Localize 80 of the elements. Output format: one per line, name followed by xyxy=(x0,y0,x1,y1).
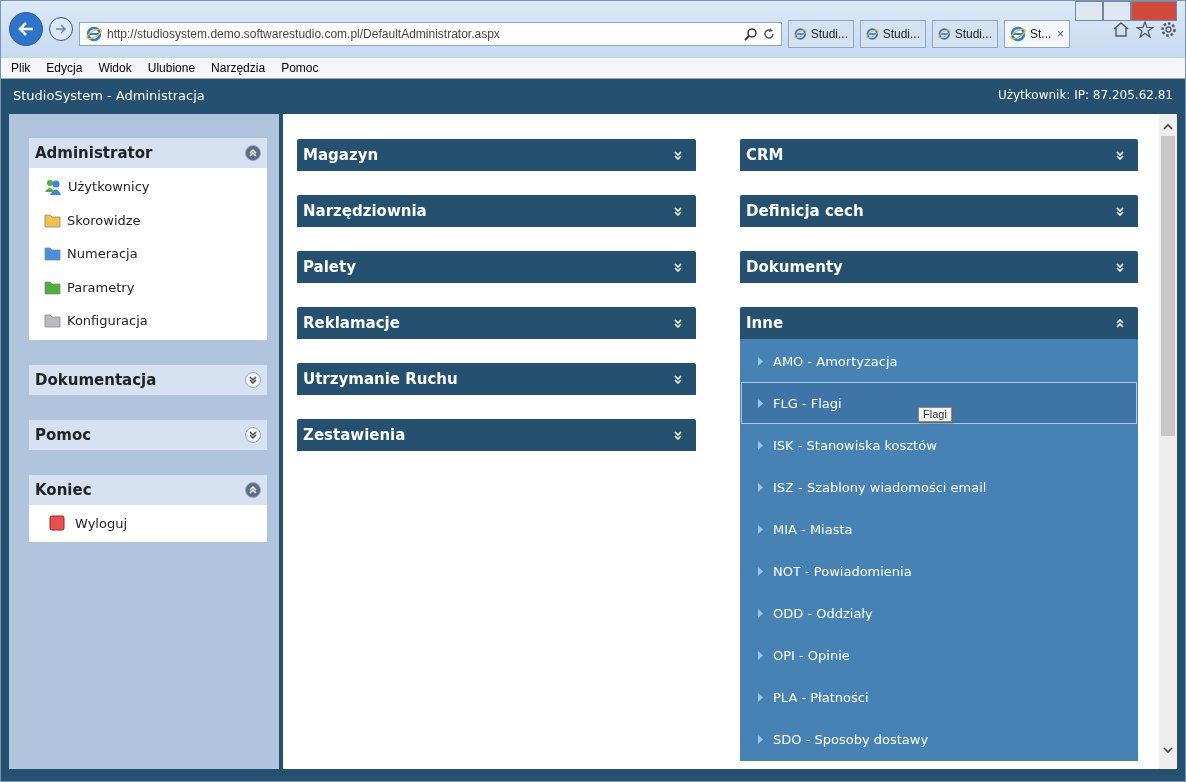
panel-header[interactable]: Inne xyxy=(740,307,1138,339)
panel-header[interactable]: Utrzymanie Ruchu xyxy=(297,363,696,395)
sidebar-section-header[interactable]: Koniec xyxy=(29,474,267,505)
triangle-icon xyxy=(758,608,763,618)
panel-header[interactable]: Zestawienia xyxy=(297,419,696,451)
panel-item[interactable]: ISK - Stanowiska kosztów xyxy=(741,424,1137,466)
address-field[interactable]: http://studiosystem.demo.softwarestudio.com.pl/DefaultAdministrator.aspx xyxy=(79,22,782,46)
tooltip: Flagi xyxy=(918,407,952,422)
logout-icon xyxy=(49,515,65,532)
browser-tab[interactable]: Studi... xyxy=(788,20,854,48)
globe-e-icon xyxy=(938,26,951,42)
globe-e-icon xyxy=(1010,26,1026,42)
sidebar-item[interactable]: Skorowidze xyxy=(29,203,267,237)
panel-item[interactable]: ISZ - Szablony wiadomości email xyxy=(741,466,1137,508)
arrow-left-icon xyxy=(18,22,34,36)
menu-item[interactable]: Plik xyxy=(11,61,31,75)
settings-icon[interactable] xyxy=(1160,20,1177,38)
triangle-icon xyxy=(758,650,763,660)
panel-item[interactable]: MIA - Miasta xyxy=(741,508,1137,550)
panel-item[interactable]: SDO - Sposoby dostawy xyxy=(741,718,1137,760)
menu-item[interactable]: Ulubione xyxy=(147,61,196,75)
back-button[interactable] xyxy=(9,12,43,46)
panel-item[interactable]: FLG - Flagi Flagi xyxy=(741,382,1137,424)
sidebar-item[interactable]: Konfiguracja xyxy=(29,304,267,338)
browser-tab[interactable]: Studi... xyxy=(860,20,926,48)
expand-icon[interactable] xyxy=(245,371,261,388)
sidebar-item[interactable]: Użytkownicy xyxy=(29,170,267,204)
triangle-icon xyxy=(758,566,763,576)
panel-header[interactable]: Narzędziownia xyxy=(297,195,696,227)
collapse-icon[interactable] xyxy=(245,145,261,161)
minimize-button[interactable] xyxy=(1075,1,1103,21)
panel-header[interactable]: Definicja cech xyxy=(740,195,1138,227)
maximize-button[interactable] xyxy=(1103,1,1131,21)
refresh-icon[interactable] xyxy=(763,28,775,40)
panel-header[interactable]: Magazyn xyxy=(297,139,696,171)
panel-item[interactable]: NOT - Powiadomienia xyxy=(741,550,1137,592)
triangle-icon xyxy=(758,524,763,534)
sidebar-item[interactable]: Numeracja xyxy=(29,237,267,271)
expand-icon[interactable] xyxy=(245,426,261,443)
forward-button[interactable] xyxy=(49,17,73,41)
panel-item[interactable]: OPI - Opinie xyxy=(741,634,1137,676)
user-info: Użytkownik: IP: 87.205.62.81 xyxy=(997,88,1173,102)
close-tab-button[interactable]: × xyxy=(1057,27,1064,41)
arrow-right-icon xyxy=(55,24,67,34)
menu-item[interactable]: Narzędzia xyxy=(211,61,266,75)
app-title: StudioSystem - Administracja xyxy=(13,87,205,103)
menu-item[interactable]: Edycja xyxy=(46,61,83,75)
panel-header[interactable]: Reklamacje xyxy=(297,307,696,339)
menu-item[interactable]: Widok xyxy=(98,61,132,75)
globe-e-icon xyxy=(866,26,879,42)
triangle-icon xyxy=(758,398,763,408)
sidebar-section-header[interactable]: Administrator xyxy=(29,138,267,168)
sidebar-item[interactable]: Wyloguj xyxy=(29,506,267,540)
scrollbar[interactable] xyxy=(1159,114,1177,769)
triangle-icon xyxy=(758,440,763,450)
browser-tab[interactable]: Studi... xyxy=(932,20,998,48)
sidebar-section-header[interactable]: Pomoc xyxy=(29,419,267,450)
triangle-icon xyxy=(758,482,763,492)
panel-header[interactable]: CRM xyxy=(740,139,1138,171)
users-icon xyxy=(44,177,62,196)
search-icon[interactable] xyxy=(744,27,758,41)
triangle-icon xyxy=(758,356,763,366)
scroll-down-icon[interactable] xyxy=(1162,745,1174,755)
home-icon[interactable] xyxy=(1112,21,1130,37)
collapse-icon[interactable] xyxy=(245,481,261,498)
scroll-up-icon[interactable] xyxy=(1162,122,1174,132)
panel-item[interactable]: PLA - Płatności xyxy=(741,676,1137,718)
panel-header[interactable]: Dokumenty xyxy=(740,251,1138,283)
globe-e-icon xyxy=(794,26,807,42)
sidebar-section-header[interactable]: Dokumentacja xyxy=(29,364,267,395)
menu-item[interactable]: Pomoc xyxy=(281,61,319,75)
globe-e-icon xyxy=(86,26,102,42)
panel-item[interactable]: AMO - Amortyzacja xyxy=(741,340,1137,382)
triangle-icon xyxy=(758,692,763,702)
panel-header[interactable]: Palety xyxy=(297,251,696,283)
star-icon[interactable] xyxy=(1136,20,1154,38)
sidebar-item[interactable]: Parametry xyxy=(29,270,267,304)
triangle-icon xyxy=(758,734,763,744)
browser-tab[interactable]: St... × xyxy=(1004,20,1070,48)
panel-item[interactable]: ODD - Oddziały xyxy=(741,592,1137,634)
